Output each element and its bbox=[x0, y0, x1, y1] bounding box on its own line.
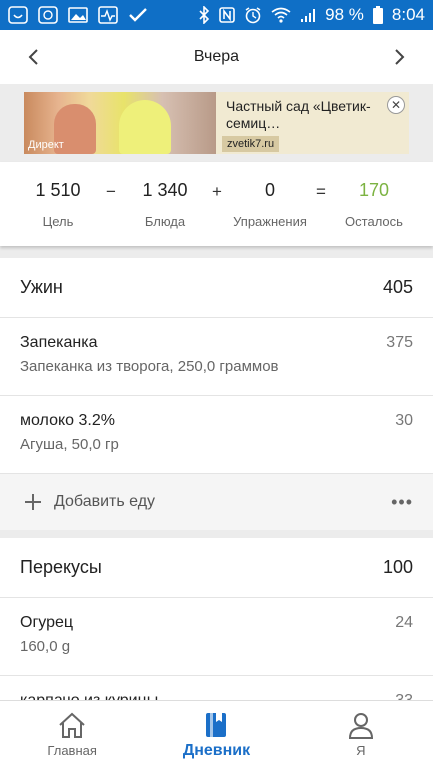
goal-value: 1 510 bbox=[35, 180, 81, 200]
food-description: 160,0 g bbox=[20, 638, 71, 655]
meal-calories: 405 bbox=[382, 277, 413, 297]
alarm-icon bbox=[244, 6, 262, 24]
date-header: Вчера bbox=[0, 30, 433, 84]
tab-diary[interactable]: Дневник bbox=[144, 701, 288, 770]
person-icon bbox=[348, 713, 373, 739]
minus-operator: − bbox=[106, 182, 116, 201]
clock: 8:04 bbox=[391, 5, 425, 24]
wifi-icon bbox=[271, 7, 291, 23]
exercise-value: 0 bbox=[264, 180, 275, 200]
page-title: Вчера bbox=[193, 48, 240, 65]
tab-home[interactable]: Главная bbox=[0, 701, 144, 770]
add-food-label: Добавить еду bbox=[54, 493, 156, 510]
food-name: Огурец bbox=[20, 614, 74, 631]
tab-profile[interactable]: Я bbox=[289, 701, 433, 770]
remaining-value: 170 bbox=[358, 180, 390, 200]
food-label: Блюда bbox=[144, 214, 186, 229]
food-calories: 375 bbox=[386, 334, 413, 351]
smile-notification-icon bbox=[8, 6, 28, 24]
status-bar: 98 % 8:04 bbox=[0, 0, 433, 30]
chevron-right-icon bbox=[395, 49, 405, 65]
diary-book-icon bbox=[206, 713, 227, 737]
bottom-navigation: Главная Дневник Я bbox=[0, 700, 433, 770]
battery-icon bbox=[372, 6, 383, 24]
food-cell: 1 340 Блюда bbox=[125, 180, 205, 229]
home-icon bbox=[59, 712, 85, 738]
equals-operator: = bbox=[316, 182, 326, 201]
tab-label: Дневник bbox=[182, 742, 251, 759]
nfc-icon bbox=[219, 7, 235, 23]
more-options-icon[interactable]: ••• bbox=[391, 492, 413, 513]
ad-container: Директ Частный сад «Цветик-семиц… zvetik… bbox=[0, 84, 433, 162]
chevron-left-icon bbox=[28, 49, 38, 65]
battery-percent: 98 % bbox=[325, 5, 364, 24]
food-item[interactable]: Огурец 160,0 g 24 bbox=[0, 598, 433, 676]
app-notification-icon bbox=[38, 6, 58, 24]
plus-operator: + bbox=[212, 182, 222, 201]
meal-name: Ужин bbox=[20, 277, 63, 297]
bluetooth-icon bbox=[198, 6, 210, 24]
next-day-button[interactable] bbox=[385, 42, 415, 72]
goal-label: Цель bbox=[42, 214, 74, 229]
ad-label: Директ bbox=[28, 139, 64, 151]
signal-icon bbox=[300, 7, 316, 23]
ad-text: Частный сад «Цветик-семиц… bbox=[226, 98, 371, 131]
food-description: Запеканка из творога, 250,0 граммов bbox=[20, 358, 279, 375]
food-item[interactable]: молоко 3.2% Агуша, 50,0 гр 30 bbox=[0, 396, 433, 474]
food-name: Запеканка bbox=[20, 334, 98, 351]
tab-label: Главная bbox=[47, 743, 97, 758]
goal-cell: 1 510 Цель bbox=[18, 180, 98, 229]
remaining-label: Осталось bbox=[345, 214, 403, 229]
food-value: 1 340 bbox=[142, 180, 188, 200]
ad-image: Директ bbox=[24, 92, 216, 154]
meal-section-dinner: Ужин 405 Запеканка Запеканка из творога,… bbox=[0, 258, 433, 530]
food-description: Агуша, 50,0 гр bbox=[20, 436, 119, 453]
check-notification-icon bbox=[128, 6, 148, 24]
meal-header[interactable]: Перекусы 100 bbox=[0, 538, 433, 598]
ad-close-button[interactable]: ✕ bbox=[387, 96, 405, 114]
food-name: молоко 3.2% bbox=[20, 412, 115, 429]
remaining-cell: 170 Осталось bbox=[334, 180, 414, 229]
tab-label: Я bbox=[356, 743, 366, 758]
image-notification-icon bbox=[68, 6, 88, 24]
activity-notification-icon bbox=[98, 6, 118, 24]
food-calories: 30 bbox=[395, 412, 413, 429]
previous-day-button[interactable] bbox=[18, 42, 48, 72]
exercise-cell: 0 Упражнения bbox=[224, 180, 316, 229]
exercise-label: Упражнения bbox=[233, 214, 307, 229]
ad-banner[interactable]: Директ Частный сад «Цветик-семиц… zvetik… bbox=[24, 92, 409, 154]
ad-domain: zvetik7.ru bbox=[222, 136, 280, 152]
meal-name: Перекусы bbox=[20, 557, 102, 577]
food-calories: 24 bbox=[395, 614, 413, 631]
calorie-summary: 1 510 Цель − 1 340 Блюда + 0 Упражнения … bbox=[0, 162, 433, 246]
meal-calories: 100 bbox=[382, 557, 413, 577]
plus-icon bbox=[25, 494, 41, 510]
add-food-button[interactable]: Добавить еду ••• bbox=[0, 474, 433, 530]
food-item[interactable]: Запеканка Запеканка из творога, 250,0 гр… bbox=[0, 318, 433, 396]
meal-header[interactable]: Ужин 405 bbox=[0, 258, 433, 318]
